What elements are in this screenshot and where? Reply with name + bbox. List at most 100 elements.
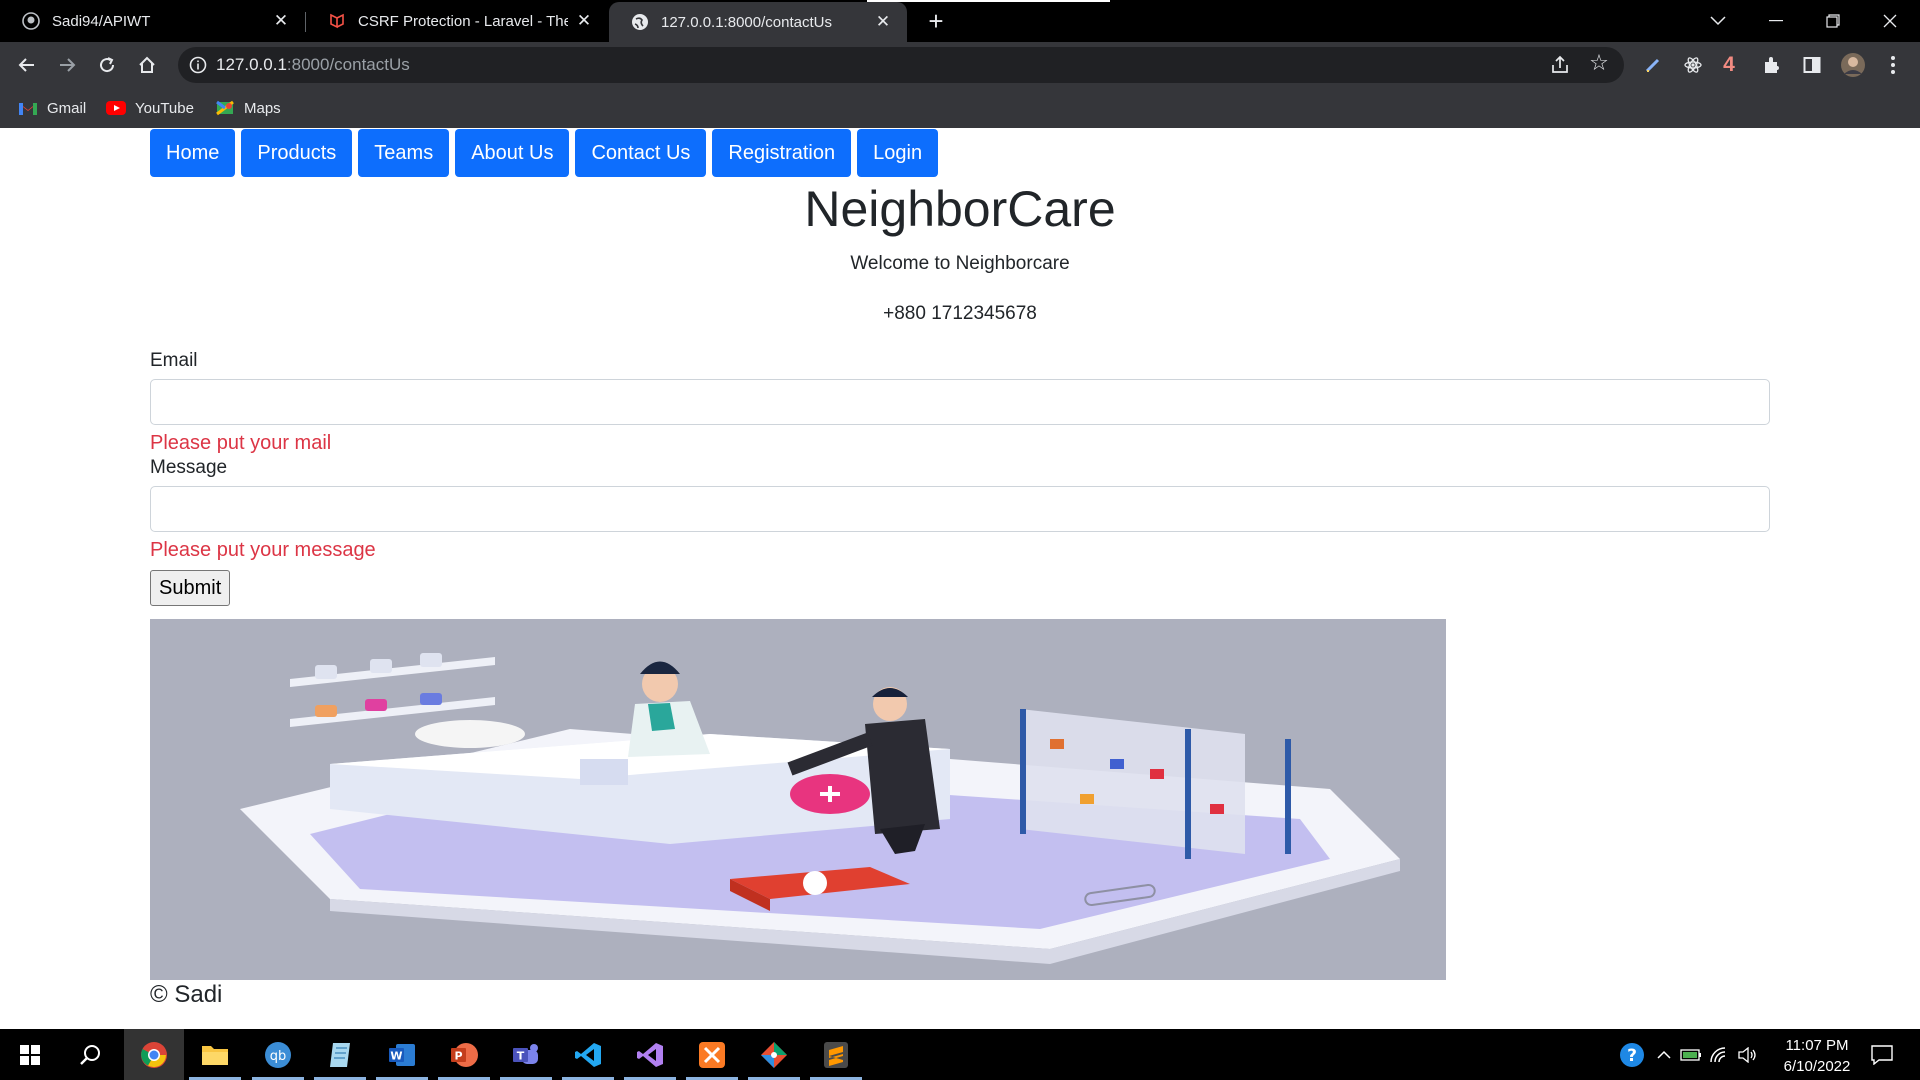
tab-github[interactable]: Sadi94/APIWT ✕ [0,0,305,42]
nav-home[interactable]: Home [150,129,236,177]
address-bar[interactable]: 127.0.0.1:8000/contactUs ☆ [178,47,1624,83]
pharmacy-illustration [150,619,1446,980]
svg-text:T: T [517,1049,525,1062]
page-content: Home Products Teams About Us Contact Us … [0,128,1920,1029]
sublime-icon [824,1041,848,1068]
git-icon [761,1041,787,1068]
chevron-up-icon[interactable] [1652,1029,1676,1080]
nav-teams[interactable]: Teams [358,129,450,177]
notepad-icon [330,1042,350,1067]
search-icon [80,1044,100,1065]
kebab-menu-icon[interactable] [1878,50,1908,80]
bookmarks-bar: Gmail YouTube Maps [0,88,1920,128]
tab-title: CSRF Protection - Laravel - The P [358,12,568,30]
bookmark-label: YouTube [135,99,194,117]
svg-text:W: W [390,1049,402,1062]
react-devtools-icon[interactable] [1678,50,1708,80]
taskbar-sublime[interactable] [806,1029,866,1080]
taskbar-xampp[interactable] [682,1029,742,1080]
home-button[interactable] [132,50,162,80]
tab-title: Sadi94/APIWT [52,12,151,30]
bookmark-maps[interactable]: Maps [215,96,281,120]
tab-laravel[interactable]: CSRF Protection - Laravel - The P ✕ [306,0,608,42]
restore-button[interactable] [1805,0,1861,42]
url-text: 127.0.0.1:8000/contactUs [216,55,410,75]
page-title: NeighborCare [804,181,1116,237]
email-error: Please put your mail [150,432,332,454]
nav-registration[interactable]: Registration [712,129,852,177]
info-icon[interactable] [188,55,208,75]
volume-icon[interactable] [1734,1029,1760,1080]
chevron-down-icon [1710,16,1726,26]
powerpoint-icon: P [451,1042,478,1067]
url-host: 127.0.0.1 [216,55,287,74]
profile-avatar[interactable] [1838,50,1868,80]
nav-products[interactable]: Products [241,129,353,177]
taskbar-word[interactable]: W [372,1029,432,1080]
message-field[interactable] [150,486,1770,532]
welcome-text: Welcome to Neighborcare [850,253,1070,274]
wifi-icon[interactable] [1706,1029,1732,1080]
taskbar-visual-studio[interactable] [620,1029,680,1080]
close-icon[interactable]: ✕ [873,12,893,32]
taskbar-teams[interactable]: T [496,1029,556,1080]
qbittorrent-icon: qb [265,1041,291,1068]
xampp-icon [699,1041,725,1068]
visual-studio-icon [637,1042,663,1067]
forward-button[interactable] [52,50,82,80]
laravel-icon [328,12,346,30]
reload-button[interactable] [92,50,122,80]
taskbar-qbittorrent[interactable]: qb [248,1029,308,1080]
back-button[interactable] [12,50,42,80]
restore-icon [1826,14,1840,28]
minimize-button[interactable] [1748,0,1804,42]
globe-icon [631,13,649,31]
main-nav: Home Products Teams About Us Contact Us … [150,129,939,177]
tab-title: 127.0.0.1:8000/contactUs [661,13,832,31]
youtube-icon [106,101,126,115]
bookmark-youtube[interactable]: YouTube [106,96,194,120]
pen-extension-icon[interactable] [1638,50,1668,80]
close-window-button[interactable] [1862,0,1918,42]
nav-contact-us[interactable]: Contact Us [575,129,707,177]
submit-button[interactable]: Submit [150,570,231,606]
clock-time: 11:07 PM [1785,1037,1849,1054]
new-tab-button[interactable]: + [922,8,950,36]
taskbar-notepad[interactable] [310,1029,370,1080]
github-icon [22,12,40,30]
message-label: Message [150,457,228,478]
windows-taskbar: qb W P T ? 11:07 PM 6/10/2022 [0,1029,1920,1080]
tab-strip: Sadi94/APIWT ✕ CSRF Protection - Laravel… [0,0,1920,42]
extension-badge[interactable]: 4 [1714,50,1744,80]
help-icon[interactable]: ? [1614,1029,1650,1080]
bookmark-gmail[interactable]: Gmail [18,96,86,120]
tab-contactus[interactable]: 127.0.0.1:8000/contactUs ✕ [609,2,907,42]
chrome-icon [141,1041,167,1068]
tab-search-button[interactable] [1690,0,1746,42]
search-button[interactable] [60,1029,120,1080]
extensions-puzzle-icon[interactable] [1757,50,1787,80]
taskbar-git[interactable] [744,1029,804,1080]
taskbar-file-explorer[interactable] [185,1029,245,1080]
bookmark-star-icon[interactable]: ☆ [1586,50,1612,76]
email-field[interactable] [150,379,1770,425]
url-path: :8000/contactUs [286,55,410,74]
clock-date: 6/10/2022 [1783,1058,1851,1075]
taskbar-vscode[interactable] [558,1029,618,1080]
nav-login[interactable]: Login [857,129,939,177]
footer-copyright: © Sadi [150,981,223,1008]
close-icon[interactable]: ✕ [574,11,594,31]
taskbar-powerpoint[interactable]: P [434,1029,494,1080]
taskbar-clock[interactable]: 11:07 PM 6/10/2022 [1762,1035,1872,1077]
battery-icon[interactable] [1678,1029,1704,1080]
start-button[interactable] [0,1029,60,1080]
arrow-right-icon [60,58,76,72]
share-icon[interactable] [1548,53,1572,77]
notification-center-icon[interactable] [1862,1029,1902,1080]
taskbar-chrome[interactable] [124,1029,184,1080]
close-icon[interactable]: ✕ [271,11,291,31]
side-panel-icon[interactable] [1797,50,1827,80]
browser-toolbar: 127.0.0.1:8000/contactUs ☆ 4 [0,42,1920,88]
nav-about-us[interactable]: About Us [455,129,570,177]
loading-indicator [867,0,1110,2]
